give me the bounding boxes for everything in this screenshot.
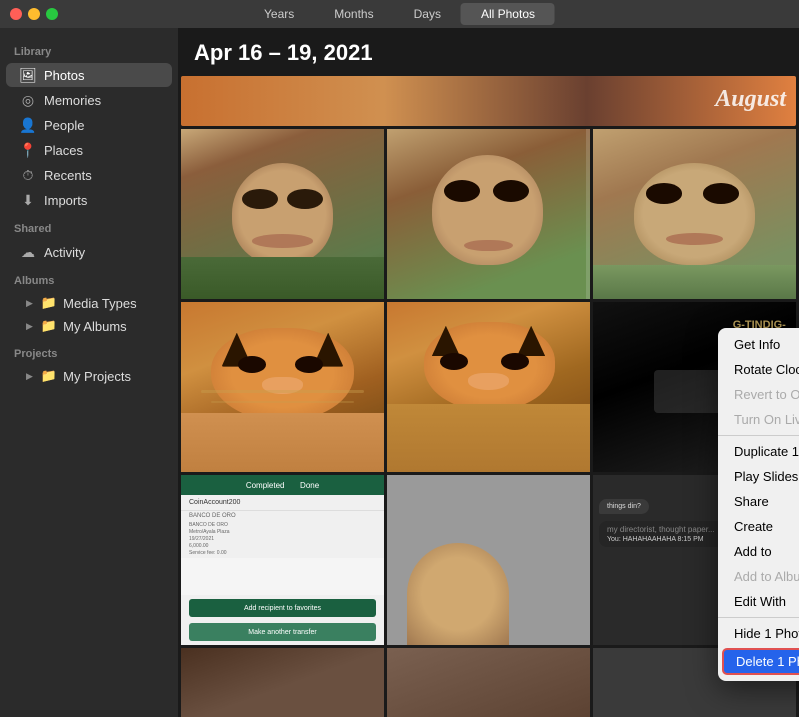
photo-cell-cat2-selected[interactable]	[387, 302, 590, 472]
activity-icon: ☁	[20, 244, 36, 260]
sidebar-label-my-projects: My Projects	[63, 369, 131, 384]
tab-bar: Years Months Days All Photos	[244, 3, 555, 25]
ctx-share[interactable]: Share ▶	[718, 489, 799, 514]
context-menu: Get Info Rotate Clockwise Revert to Orig…	[718, 328, 799, 681]
people-icon: 👤	[20, 117, 36, 133]
sidebar-item-memories[interactable]: ◎ Memories	[6, 88, 172, 112]
sidebar-item-people[interactable]: 👤 People	[6, 113, 172, 137]
sidebar-label-imports: Imports	[44, 193, 87, 208]
photos-icon: 🖼	[20, 67, 36, 83]
projects-section-label: Projects	[0, 338, 178, 364]
photo-cell-bottom2[interactable]	[387, 648, 590, 717]
ctx-separator-2	[718, 617, 799, 618]
sidebar-item-imports[interactable]: ⬇ Imports	[6, 188, 172, 212]
ctx-add-to[interactable]: Add to ▶	[718, 539, 799, 564]
sidebar: Library 🖼 Photos ◎ Memories 👤 People 📍 P…	[0, 28, 178, 717]
photo-cell[interactable]	[593, 129, 796, 299]
ctx-slideshow[interactable]: Play Slideshow	[718, 464, 799, 489]
ctx-add-to-album: Add to Album	[718, 564, 799, 589]
date-header: Apr 16 – 19, 2021	[178, 28, 799, 76]
recents-icon: ⏱	[20, 167, 36, 183]
ctx-edit-with[interactable]: Edit With ▶	[718, 589, 799, 614]
top-strip-photo[interactable]: August	[181, 76, 796, 126]
tab-all-photos[interactable]: All Photos	[461, 3, 555, 25]
close-button[interactable]	[10, 8, 22, 20]
shared-section-label: Shared	[0, 213, 178, 239]
ctx-duplicate[interactable]: Duplicate 1 Photo	[718, 439, 799, 464]
ctx-separator-1	[718, 435, 799, 436]
tab-months[interactable]: Months	[314, 3, 393, 25]
ctx-hide[interactable]: Hide 1 Photo	[718, 621, 799, 646]
library-section-label: Library	[0, 36, 178, 62]
chevron-media-types-icon: ▶	[26, 298, 33, 309]
bottom-row	[178, 648, 799, 717]
albums-section-label: Albums	[0, 265, 178, 291]
photo-content: Apr 16 – 19, 2021 August	[178, 28, 799, 717]
my-albums-icon: 📁	[41, 318, 57, 334]
sidebar-item-media-types[interactable]: ▶ 📁 Media Types	[6, 292, 172, 314]
sidebar-item-my-projects[interactable]: ▶ 📁 My Projects	[6, 365, 172, 387]
sidebar-label-memories: Memories	[44, 93, 101, 108]
ctx-get-info[interactable]: Get Info	[718, 332, 799, 357]
titlebar: Years Months Days All Photos	[0, 0, 799, 28]
misc-row: Completed Done CoinAccount200 BANCO DE O…	[178, 475, 799, 645]
sidebar-label-photos: Photos	[44, 68, 84, 83]
imports-icon: ⬇	[20, 192, 36, 208]
baby-photos-row	[178, 129, 799, 299]
minimize-button[interactable]	[28, 8, 40, 20]
ctx-revert: Revert to Original	[718, 382, 799, 407]
photo-cell-bottom1[interactable]	[181, 648, 384, 717]
sidebar-label-media-types: Media Types	[63, 296, 136, 311]
cats-row: G-TINDIG-	[178, 302, 799, 472]
ctx-create[interactable]: Create ▶	[718, 514, 799, 539]
memories-icon: ◎	[20, 92, 36, 108]
media-types-icon: 📁	[41, 295, 57, 311]
main-layout: Library 🖼 Photos ◎ Memories 👤 People 📍 P…	[0, 28, 799, 717]
sidebar-label-activity: Activity	[44, 245, 85, 260]
tab-days[interactable]: Days	[394, 3, 461, 25]
sidebar-label-people: People	[44, 118, 84, 133]
ctx-live-photo: Turn On Live Photo	[718, 407, 799, 432]
photo-cell-chat[interactable]: Completed Done CoinAccount200 BANCO DE O…	[181, 475, 384, 645]
photo-cell[interactable]	[387, 129, 590, 299]
tab-years[interactable]: Years	[244, 3, 314, 25]
sidebar-item-photos[interactable]: 🖼 Photos	[6, 63, 172, 87]
sidebar-label-places: Places	[44, 143, 83, 158]
sidebar-item-places[interactable]: 📍 Places	[6, 138, 172, 162]
photo-cell[interactable]	[181, 129, 384, 299]
chevron-my-projects-icon: ▶	[26, 371, 33, 382]
sidebar-label-my-albums: My Albums	[63, 319, 127, 334]
sidebar-item-recents[interactable]: ⏱ Recents	[6, 163, 172, 187]
sidebar-label-recents: Recents	[44, 168, 92, 183]
ctx-delete[interactable]: Delete 1 Photo	[722, 648, 799, 675]
sidebar-item-my-albums[interactable]: ▶ 📁 My Albums	[6, 315, 172, 337]
places-icon: 📍	[20, 142, 36, 158]
sidebar-item-activity[interactable]: ☁ Activity	[6, 240, 172, 264]
chevron-my-albums-icon: ▶	[26, 321, 33, 332]
ctx-rotate-cw[interactable]: Rotate Clockwise	[718, 357, 799, 382]
window-controls	[0, 8, 58, 20]
my-projects-icon: 📁	[41, 368, 57, 384]
photo-cell-partial[interactable]	[387, 475, 590, 645]
maximize-button[interactable]	[46, 8, 58, 20]
photo-cell-cat1[interactable]	[181, 302, 384, 472]
